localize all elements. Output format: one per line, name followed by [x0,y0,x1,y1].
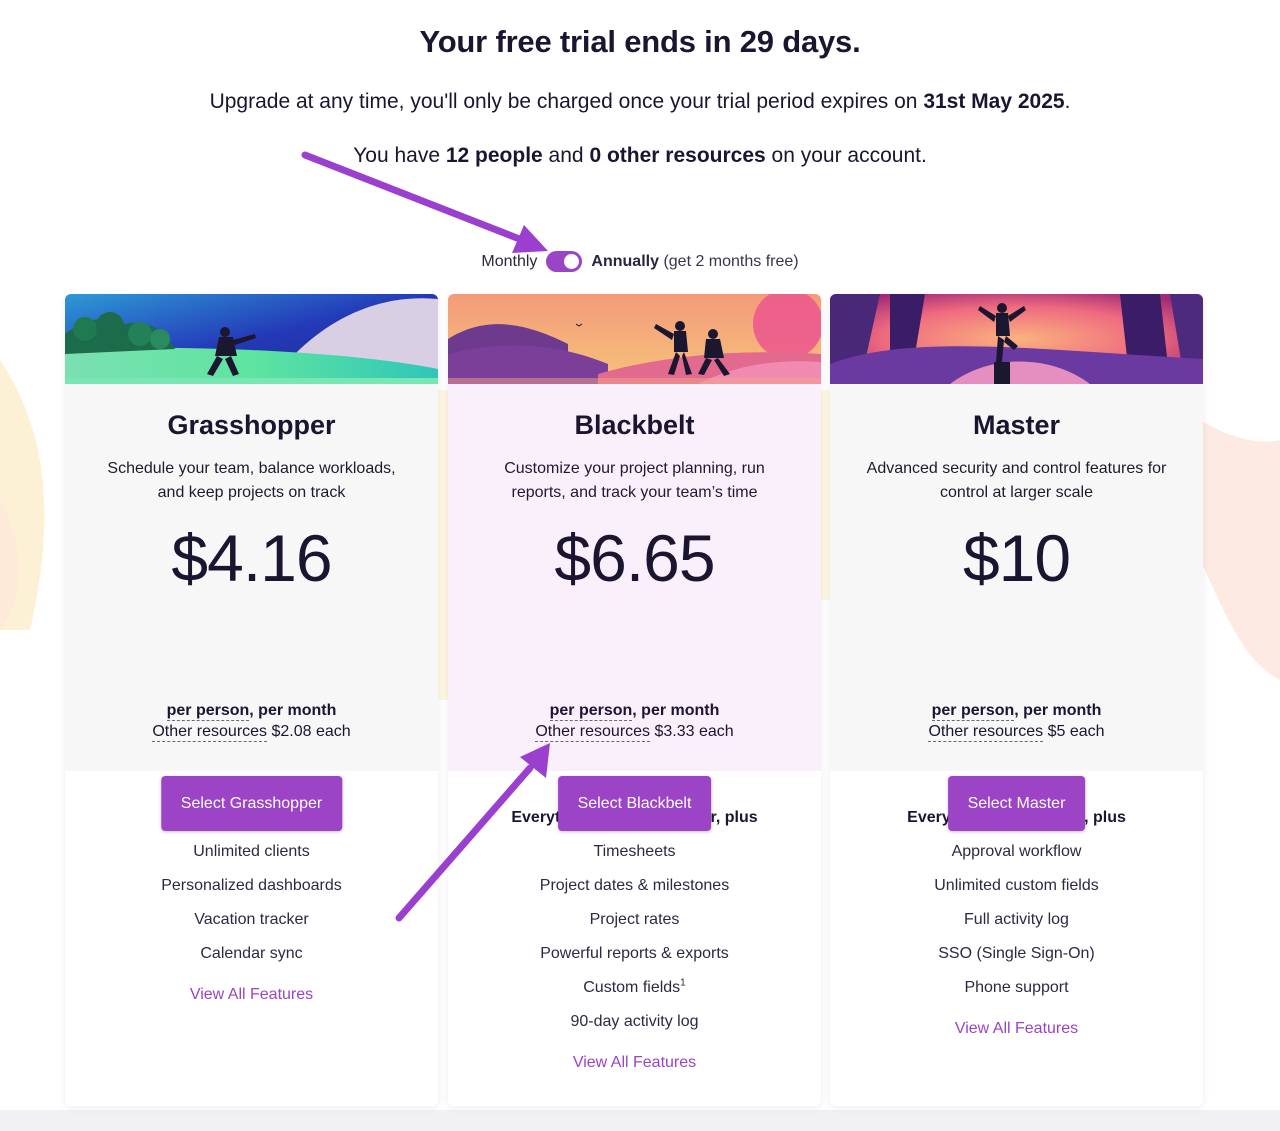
billing-switch[interactable] [546,251,583,272]
feature-item: Custom fields [583,979,681,996]
feature-item: Phone support [964,979,1069,996]
per-person-term[interactable]: per person [166,702,250,721]
feature-item: Vacation tracker [194,911,309,928]
other-resources-price: $2.08 each [267,723,351,740]
master-hero-illustration [830,294,1203,384]
plan-card-grasshopper: Grasshopper Schedule your team, balance … [65,294,438,1106]
account-mid: and [542,144,590,167]
plan-name: Master [972,410,1061,440]
per-person-term[interactable]: per person [931,702,1015,721]
select-master-button[interactable]: Select Master [947,776,1086,831]
feature-item: Project dates & milestones [539,877,730,894]
plan-price: $6.65 [554,521,715,595]
annual-note: (get 2 months free) [663,252,799,270]
feature-item: Project rates [589,911,680,928]
other-resources-term[interactable]: Other resources [535,723,651,742]
trial-expiry-date: 31st May 2025 [923,90,1065,113]
per-month-label: , per month [632,702,720,719]
feature-item: Powerful reports & exports [540,945,729,962]
subtitle-suffix: . [1064,90,1071,113]
account-suffix: on your account. [765,144,927,167]
plan-summary: Blackbelt Customize your project plannin… [448,384,821,831]
plan-description: Schedule your team, balance workloads, a… [107,460,396,501]
feature-item: Full activity log [964,911,1069,928]
plan-name: Blackbelt [574,410,695,440]
feature-item: Timesheets [593,843,676,860]
other-resources-price: $3.33 each [650,723,734,740]
pricing-details: per person, per month Other resources $5… [830,702,1203,742]
subtitle-prefix: Upgrade at any time, you'll only be char… [209,90,924,113]
per-month-label: , per month [1014,702,1102,719]
resources-count: 0 other resources [589,144,766,167]
blackbelt-hero-illustration [448,294,821,384]
plan-summary: Master Advanced security and control fea… [830,384,1203,831]
account-summary: You have 12 people and 0 other resources… [0,144,1280,168]
annual-label-text: Annually [591,252,659,270]
per-month-label: , per month [249,702,337,719]
annual-label[interactable]: Annually (get 2 months free) [591,253,798,271]
feature-item: Personalized dashboards [161,877,342,894]
people-count: 12 people [445,144,543,167]
plan-price: $10 [962,521,1071,595]
feature-item: Unlimited custom fields [934,877,1099,894]
plan-card-blackbelt: Blackbelt Customize your project plannin… [448,294,821,1106]
page-title: Your free trial ends in 29 days. [419,24,861,59]
arrow-to-toggle [301,151,548,253]
feature-item: SSO (Single Sign-On) [938,945,1095,962]
view-all-features-link[interactable]: View All Features [955,1012,1078,1046]
feature-item: 90-day activity log [570,1013,699,1030]
select-grasshopper-button[interactable]: Select Grasshopper [160,776,343,831]
per-person-term[interactable]: per person [549,702,633,721]
view-all-features-link[interactable]: View All Features [573,1046,696,1080]
footnote-marker: 1 [680,977,686,989]
other-resources-price: $5 each [1043,723,1105,740]
pricing-details: per person, per month Other resources $3… [448,702,821,742]
switch-knob [564,254,580,269]
plan-card-master: Master Advanced security and control fea… [830,294,1203,1106]
pricing-details: per person, per month Other resources $2… [65,702,438,742]
grasshopper-hero-illustration [65,294,438,384]
select-blackbelt-button[interactable]: Select Blackbelt [557,776,712,831]
plan-description: Advanced security and control features f… [866,460,1167,501]
account-prefix: You have [353,144,446,167]
trial-expiry-text: Upgrade at any time, you'll only be char… [0,90,1280,114]
feature-item-custom-fields: Custom fields1 [448,971,821,1005]
plan-price: $4.16 [171,521,332,595]
billing-period-toggle: Monthly Annually (get 2 months free) [0,251,1280,272]
other-resources-term[interactable]: Other resources [152,723,268,742]
plan-name: Grasshopper [167,410,336,440]
other-resources-term[interactable]: Other resources [928,723,1044,742]
plan-description: Customize your project planning, run rep… [504,460,765,501]
feature-item: Unlimited clients [193,843,310,860]
plan-summary: Grasshopper Schedule your team, balance … [65,384,438,831]
monthly-label[interactable]: Monthly [481,253,537,271]
feature-item: Approval workflow [951,843,1082,860]
feature-item: Calendar sync [200,945,303,962]
view-all-features-link[interactable]: View All Features [190,978,313,1012]
